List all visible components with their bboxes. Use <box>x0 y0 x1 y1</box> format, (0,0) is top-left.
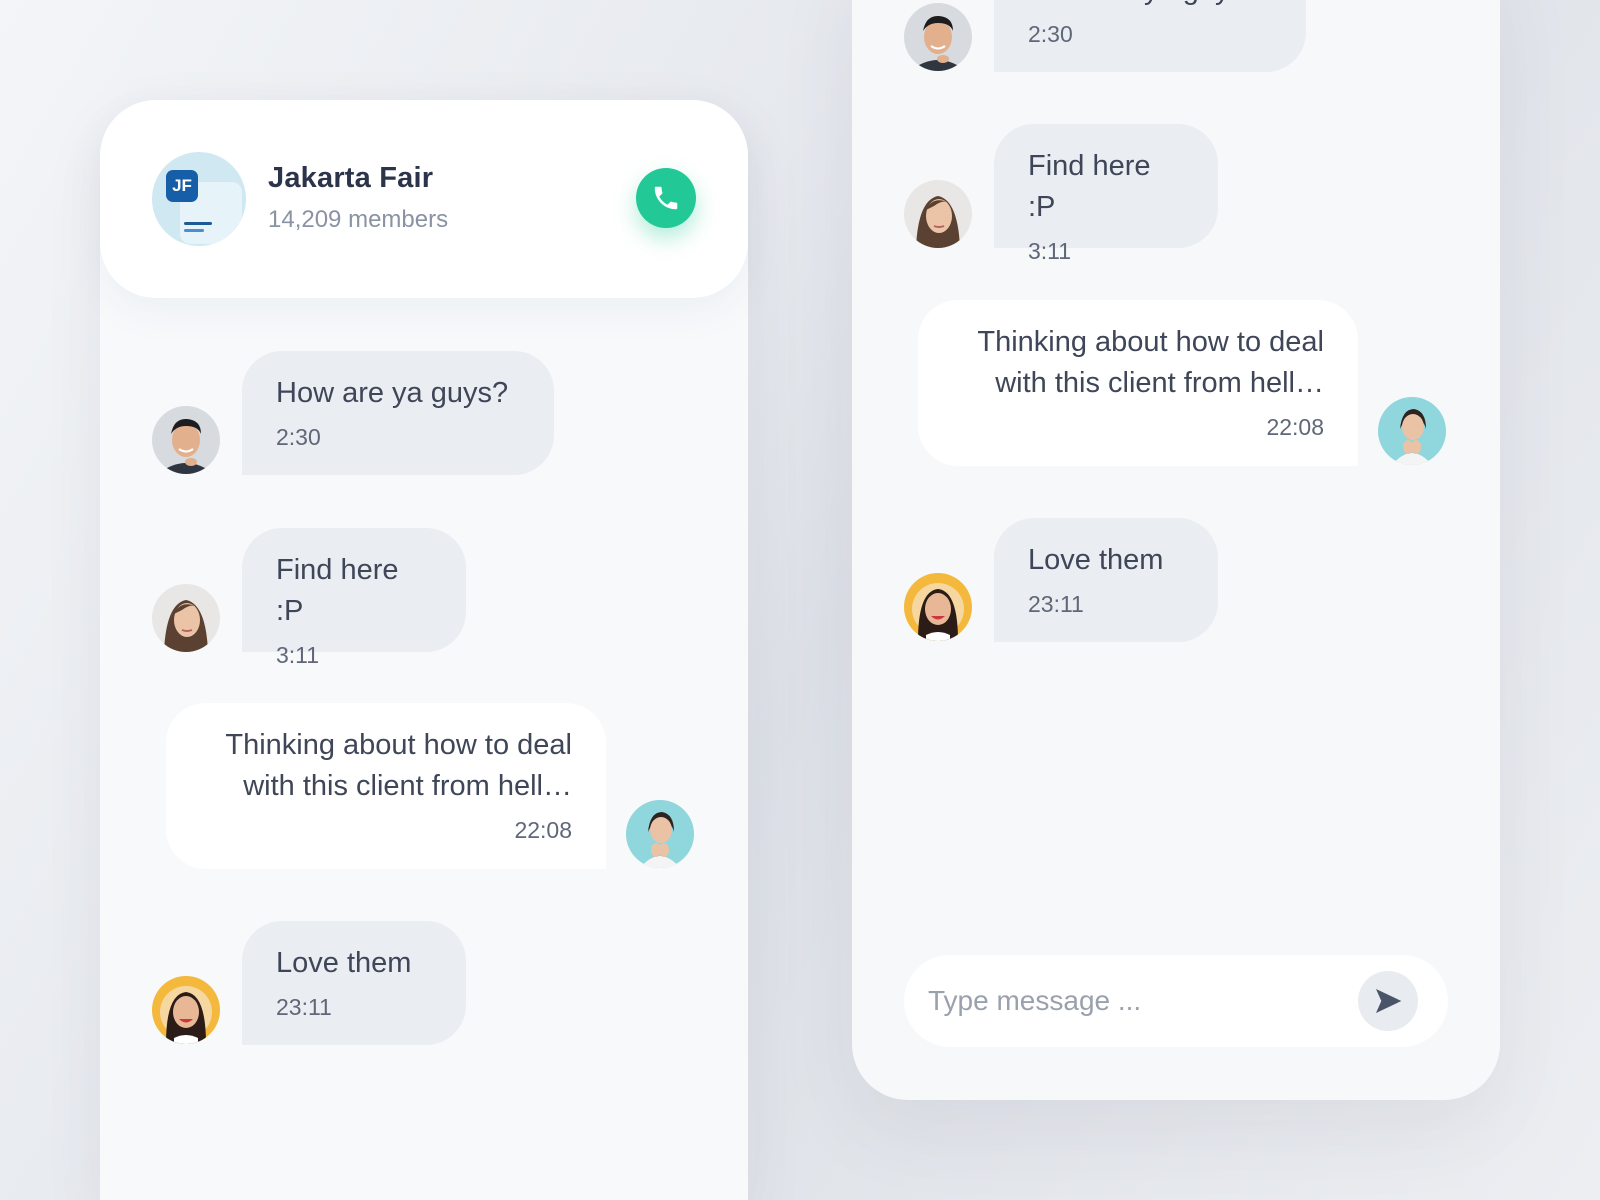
chat-panel-left: JF Jakarta Fair 14,209 members How are y… <box>100 100 748 1200</box>
message-input[interactable] <box>928 975 1328 1027</box>
send-button[interactable] <box>1358 971 1418 1031</box>
message-bubble[interactable]: Find here :P 3:11 <box>994 124 1218 264</box>
group-avatar[interactable]: JF <box>152 152 246 246</box>
message-bubble[interactable]: How are ya guys? 2:30 <box>242 351 554 475</box>
message-text: How are ya guys? <box>276 377 509 409</box>
avatar[interactable] <box>626 800 694 868</box>
message-time: 3:11 <box>276 642 320 668</box>
document-line <box>184 222 212 225</box>
avatar[interactable] <box>904 3 972 71</box>
call-button[interactable] <box>636 168 696 228</box>
message-bubble[interactable]: Love them 23:11 <box>242 921 466 1045</box>
message-text: Love them <box>1028 544 1164 576</box>
avatar[interactable] <box>152 976 220 1044</box>
avatar[interactable] <box>152 406 220 474</box>
message-time: 2:30 <box>276 424 321 450</box>
send-arrow-icon <box>1376 989 1402 1013</box>
message-text: Thinking about how to deal with this cli… <box>225 729 572 802</box>
message-time: 2:30 <box>1028 21 1073 47</box>
avatar[interactable] <box>1378 397 1446 465</box>
message-text: Love them <box>276 947 412 979</box>
message-bubble[interactable]: Love them 23:11 <box>994 518 1218 642</box>
message-bubble-own[interactable]: Thinking about how to deal with this cli… <box>918 300 1358 466</box>
message-composer <box>904 955 1448 1047</box>
avatar[interactable] <box>152 584 220 652</box>
avatar[interactable] <box>904 573 972 641</box>
group-initials-badge: JF <box>166 170 198 202</box>
avatar[interactable] <box>904 180 972 248</box>
message-text: Find here :P <box>1028 150 1151 223</box>
group-name: Jakarta Fair <box>268 162 434 194</box>
group-members-count: 14,209 members <box>268 206 449 233</box>
message-bubble[interactable]: How are ya guys? 2:30 <box>994 0 1306 72</box>
message-time: 22:08 <box>1266 414 1324 440</box>
message-time: 22:08 <box>514 817 572 843</box>
message-time: 23:11 <box>1028 591 1084 617</box>
document-line <box>184 229 204 232</box>
message-text: How are ya guys? <box>1028 0 1272 11</box>
message-time: 23:11 <box>276 994 332 1020</box>
message-text: Find here :P <box>276 554 399 627</box>
chat-panel-right: How are ya guys? 2:30 Find here :P 3:11 … <box>852 0 1500 1100</box>
message-bubble[interactable]: Find here :P 3:11 <box>242 528 466 668</box>
message-time: 3:11 <box>1028 238 1072 264</box>
phone-icon <box>654 186 678 210</box>
chat-header: JF Jakarta Fair 14,209 members <box>100 100 748 298</box>
message-bubble-own[interactable]: Thinking about how to deal with this cli… <box>166 703 606 869</box>
message-text: Thinking about how to deal with this cli… <box>977 326 1324 399</box>
